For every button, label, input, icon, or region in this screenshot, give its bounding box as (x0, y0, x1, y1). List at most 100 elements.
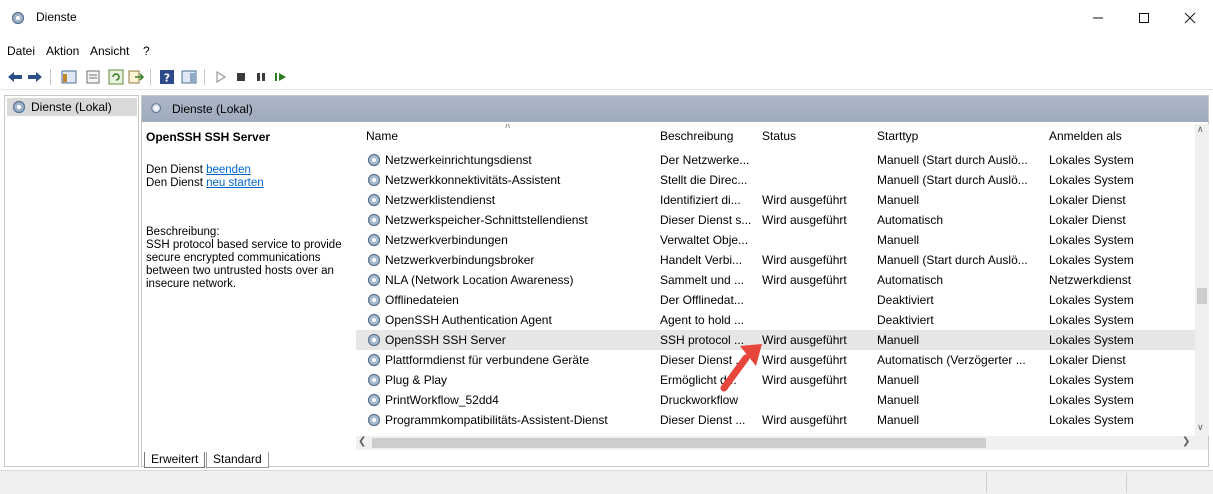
stop-service-button[interactable] (232, 68, 250, 86)
table-row[interactable]: Netzwerklistendienst Identifiziert di... W… (356, 190, 1198, 210)
column-label: Name (366, 129, 399, 143)
back-button[interactable] (6, 68, 24, 86)
scroll-right-icon[interactable]: ❯ (1182, 436, 1190, 447)
description-text: between two untrusted hosts over an (146, 265, 334, 277)
service-name-label: Plug & Play (385, 373, 448, 387)
horizontal-scroll-thumb[interactable] (372, 438, 986, 448)
service-name-cell: Plug & Play (366, 372, 651, 388)
service-logon-cell: Lokales System (1049, 373, 1134, 387)
table-row[interactable]: Netzwerkverbindungen Verwaltet Obje... Man… (356, 230, 1198, 250)
help-icon: ? (160, 70, 174, 85)
service-name-cell: OpenSSH Authentication Agent (366, 312, 651, 328)
forward-button[interactable] (26, 68, 44, 86)
table-row[interactable]: Programmkompatibilitäts-Assistent-Dienst… (356, 410, 1198, 430)
table-row[interactable]: Plug & Play Ermöglicht d... Wird ausgeführ… (356, 370, 1198, 390)
table-row[interactable]: Offlinedateien Der Offlinedat... Deaktivie… (356, 290, 1198, 310)
service-description-cell: Dieser Dienst ... (660, 413, 746, 427)
service-name-cell: OpenSSH SSH Server (366, 332, 651, 348)
service-description-cell: Dieser Dienst s... (660, 213, 752, 227)
menu-aktion[interactable]: Aktion (46, 44, 79, 58)
service-name-label: Netzwerkeinrichtungsdienst (385, 153, 532, 167)
table-row[interactable]: Plattformdienst für verbundene Geräte Die… (356, 350, 1198, 370)
service-description-cell: SSH protocol ... (660, 333, 745, 347)
properties-view-button[interactable] (84, 68, 102, 86)
stop-service-link[interactable]: beenden (206, 164, 251, 176)
refresh-button[interactable] (107, 68, 125, 86)
service-logon-cell: Lokaler Dienst (1049, 193, 1126, 207)
export-icon (128, 70, 144, 84)
description-text: SSH protocol based service to provide (146, 239, 342, 251)
service-name-label: OpenSSH Authentication Agent (385, 313, 552, 327)
tab-erweitert[interactable]: Erweitert (144, 452, 206, 468)
play-icon (216, 71, 227, 83)
toolbar-separator (150, 69, 151, 85)
action-prefix: Den Dienst (146, 164, 207, 176)
service-starttype-cell: Automatisch (877, 213, 944, 227)
service-starttype-cell: Manuell (877, 413, 920, 427)
column-header-anmelden-als[interactable]: Anmelden als (1039, 124, 1199, 148)
help-button[interactable]: ? (158, 68, 176, 86)
toolbar: ? (0, 64, 1213, 90)
scroll-left-icon[interactable]: ❮ (358, 436, 366, 447)
service-gear-icon (367, 333, 381, 347)
table-row[interactable]: Netzwerkeinrichtungsdienst Der Netzwerke.… (356, 150, 1198, 170)
restart-service-button[interactable] (272, 68, 290, 86)
restart-service-link[interactable]: neu starten (206, 177, 264, 189)
service-gear-icon (367, 313, 381, 327)
column-header-starttyp[interactable]: Starttyp (867, 124, 1039, 148)
table-row[interactable]: PrintWorkflow_52dd4 Druckworkflow Manuell L… (356, 390, 1198, 410)
forward-arrow-icon (28, 72, 42, 82)
tree-item-dienste-lokal[interactable]: Dienste (Lokal) (7, 98, 137, 116)
service-name-cell: PrintWorkflow_52dd4 (366, 392, 651, 408)
table-row[interactable]: Netzwerkspeicher-Schnittstellendienst Die… (356, 210, 1198, 230)
service-name-cell: Plattformdienst für verbundene Geräte (366, 352, 651, 368)
tab-standard[interactable]: Standard (206, 452, 269, 468)
scroll-up-icon[interactable]: ∧ (1197, 124, 1204, 135)
console-tree-icon (61, 70, 77, 84)
service-name-label: Netzwerkspeicher-Schnittstellendienst (385, 213, 588, 227)
table-row[interactable]: OpenSSH Authentication Agent Agent to hol… (356, 310, 1198, 330)
title-bar: Dienste (0, 0, 1213, 36)
search-gear-icon (151, 103, 162, 114)
service-starttype-cell: Deaktiviert (877, 313, 934, 327)
maximize-icon (1139, 13, 1149, 23)
scroll-down-icon[interactable]: ∨ (1197, 422, 1204, 433)
column-header-beschreibung[interactable]: Beschreibung (650, 124, 752, 148)
service-description-cell: Sammelt und ... (660, 273, 745, 287)
table-row[interactable]: NLA (Network Location Awareness) Sammelt … (356, 270, 1198, 290)
service-starttype-cell: Manuell (877, 393, 920, 407)
export-button[interactable] (127, 68, 145, 86)
table-row[interactable]: OpenSSH SSH Server SSH protocol ... Wird a… (356, 330, 1198, 350)
service-status-cell: Wird ausgeführt (762, 373, 847, 387)
refresh-icon (108, 69, 124, 85)
service-logon-cell: Lokales System (1049, 413, 1134, 427)
service-logon-cell: Lokaler Dienst (1049, 213, 1126, 227)
toolbar-separator (50, 69, 51, 85)
service-description-cell: Handelt Verbi... (660, 253, 743, 267)
service-logon-cell: Lokaler Dienst (1049, 353, 1126, 367)
service-name-label: OpenSSH SSH Server (385, 333, 506, 347)
console-tree-button[interactable] (60, 68, 78, 86)
menu-help[interactable]: ? (143, 44, 150, 58)
horizontal-scrollbar[interactable]: ❮ ❯ (356, 436, 1208, 450)
start-service-button[interactable] (212, 68, 230, 86)
table-row[interactable]: Netzwerkkonnektivitäts-Assistent Stellt d… (356, 170, 1198, 190)
services-main-pane: Dienste (Lokal) OpenSSH SSH Server Den D… (141, 95, 1209, 468)
column-header-status[interactable]: Status (752, 124, 866, 148)
vertical-scroll-thumb[interactable] (1197, 288, 1207, 304)
description-label: Beschreibung: (146, 226, 220, 238)
vertical-scrollbar[interactable]: ∧ ∨ (1195, 124, 1209, 436)
close-button[interactable] (1167, 0, 1213, 36)
menu-ansicht[interactable]: Ansicht (90, 44, 129, 58)
minimize-button[interactable] (1075, 0, 1121, 36)
service-name-cell: Netzwerklistendienst (366, 192, 651, 208)
service-logon-cell: Lokales System (1049, 253, 1134, 267)
services-table: Name ∧ Beschreibung Status Starttyp Anme… (356, 124, 1208, 440)
menu-datei[interactable]: Datei (7, 44, 35, 58)
maximize-button[interactable] (1121, 0, 1167, 36)
action-pane-button[interactable] (180, 68, 198, 86)
table-row[interactable]: Netzwerkverbindungsbroker Handelt Verbi..… (356, 250, 1198, 270)
services-gear-icon (12, 100, 26, 114)
pause-service-button[interactable] (252, 68, 270, 86)
column-header-name[interactable]: Name ∧ (356, 124, 652, 148)
